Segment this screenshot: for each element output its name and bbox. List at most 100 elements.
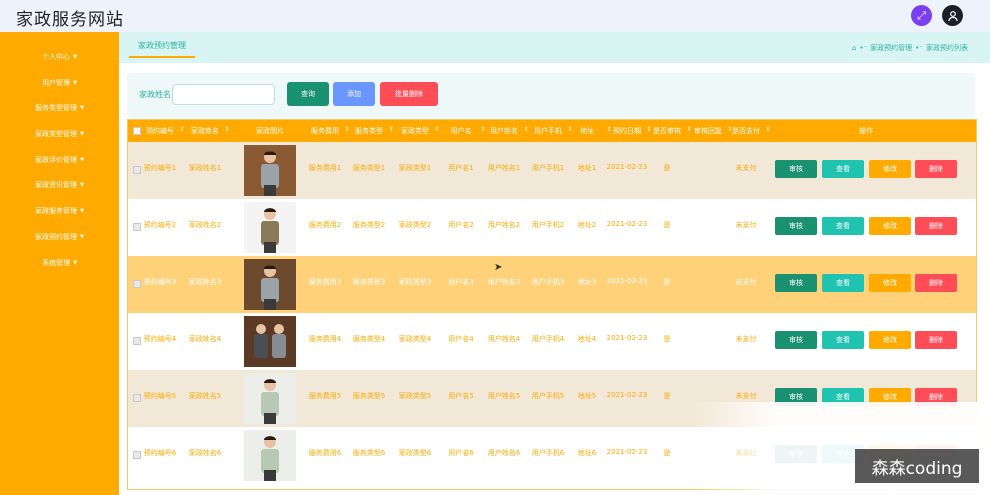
cell-uname: 用户姓名5 <box>487 392 521 400</box>
sidebar-item-5[interactable]: 家政资讯管理 ▼ <box>0 173 119 197</box>
chevron-down-icon: ▼ <box>80 234 84 240</box>
column-header[interactable]: 是否审核 <box>653 126 681 136</box>
fullscreen-icon[interactable]: ⤢ <box>911 5 932 26</box>
view-button[interactable]: 查看 <box>822 274 864 292</box>
breadcrumb-level2: 家政预约列表 <box>926 44 968 52</box>
cell-phone: 用户手机1 <box>531 164 565 172</box>
sort-icon[interactable]: ⇕ <box>606 126 611 133</box>
sort-icon[interactable]: ⇕ <box>523 126 528 133</box>
batch-delete-button[interactable]: 批量删除 <box>380 82 438 106</box>
sort-icon[interactable]: ⇕ <box>765 126 770 133</box>
delete-button[interactable]: 删除 <box>915 331 957 349</box>
sidebar-item-0[interactable]: 个人中心 ▼ <box>0 45 119 69</box>
sort-icon[interactable]: ⇕ <box>434 126 439 133</box>
review-button[interactable]: 审核 <box>775 217 817 235</box>
sidebar-item-3[interactable]: 家政类型管理 ▼ <box>0 122 119 146</box>
review-button[interactable]: 审核 <box>775 274 817 292</box>
cell-uname: 用户姓名1 <box>487 164 521 172</box>
sidebar-item-4[interactable]: 家政评价管理 ▼ <box>0 148 119 172</box>
column-header[interactable]: 地址 <box>580 126 594 136</box>
select-all-checkbox[interactable] <box>133 127 141 135</box>
edit-button[interactable]: 修改 <box>869 331 911 349</box>
edit-button[interactable]: 修改 <box>869 160 911 178</box>
edit-button[interactable]: 修改 <box>869 274 911 292</box>
cell-paid: 未支付 <box>735 392 757 400</box>
review-button[interactable]: 审核 <box>775 160 817 178</box>
row-checkbox[interactable] <box>133 337 141 345</box>
cell-name: 家政姓名2 <box>188 221 222 229</box>
view-button[interactable]: 查看 <box>822 331 864 349</box>
cell-name: 家政姓名3 <box>188 278 222 286</box>
view-button[interactable]: 查看 <box>822 217 864 235</box>
sidebar-item-label: 家政预约管理 <box>35 233 78 241</box>
cell-uname: 用户姓名4 <box>487 335 521 343</box>
sort-icon[interactable]: ⇕ <box>388 126 393 133</box>
row-checkbox[interactable] <box>133 451 141 459</box>
column-header[interactable]: 家政姓名 <box>191 126 219 136</box>
sidebar-item-7[interactable]: 家政预约管理 ▼ <box>0 225 119 249</box>
sort-icon[interactable]: ⇕ <box>686 126 691 133</box>
column-header[interactable]: 审核回复 <box>694 126 722 136</box>
staff-photo <box>244 430 296 481</box>
cell-fee: 服务费用2 <box>308 221 342 229</box>
row-checkbox[interactable] <box>133 394 141 402</box>
column-header: 操作 <box>859 127 873 135</box>
cell-phone: 用户手机4 <box>531 335 565 343</box>
cell-paid: 未支付 <box>735 278 757 286</box>
sort-icon[interactable]: ⇕ <box>480 126 485 133</box>
column-header[interactable]: 家政类型 <box>401 126 429 136</box>
breadcrumb-level1[interactable]: 家政预约管理 <box>870 43 912 53</box>
search-input[interactable] <box>172 84 275 105</box>
sidebar-item-1[interactable]: 用户管理 ▼ <box>0 71 119 95</box>
user-avatar-icon[interactable] <box>942 5 963 26</box>
row-checkbox[interactable] <box>133 280 141 288</box>
tab-appointment-management[interactable]: 家政预约管理 <box>129 40 195 58</box>
cell-user: 用户名5 <box>448 392 474 400</box>
column-header[interactable]: 服务费用 <box>311 126 339 136</box>
row-checkbox[interactable] <box>133 223 141 231</box>
cell-date: 2021-02-23 <box>606 448 648 456</box>
sort-icon[interactable]: ⇕ <box>567 126 572 133</box>
cell-fee: 服务费用3 <box>308 278 342 286</box>
sort-icon[interactable]: ⇕ <box>224 126 229 133</box>
sidebar-item-6[interactable]: 家政服务管理 ▼ <box>0 199 119 223</box>
cell-fee: 服务费用6 <box>308 449 342 457</box>
column-header[interactable]: 预约编号 <box>146 126 174 136</box>
query-button[interactable]: 查询 <box>287 82 329 106</box>
cell-date: 2021-02-23 <box>606 391 648 399</box>
cell-date: 2021-02-23 <box>606 277 648 285</box>
table-row[interactable]: 预约编号4 家政姓名4 服务费用4 服务类型4 家政类型4 用户名4 用户姓名4 用户手机4 地… <box>128 313 976 370</box>
table-row[interactable]: 预约编号3 家政姓名3 服务费用3 服务类型3 家政类型3 用户名3 用户姓名3 用户手机3 地… <box>128 256 976 313</box>
delete-button[interactable]: 删除 <box>915 217 957 235</box>
edit-button[interactable]: 修改 <box>869 217 911 235</box>
column-header[interactable]: 用户名 <box>451 126 472 136</box>
tab-bar: 家政预约管理 ⌂ •⁻ 家政预约管理 •⁻ 家政预约列表 <box>119 32 990 63</box>
sort-icon[interactable]: ⇕ <box>646 126 651 133</box>
search-label: 家政姓名 <box>139 90 171 99</box>
sidebar-item-2[interactable]: 服务类型管理 ▼ <box>0 96 119 120</box>
cell-audit: 是 <box>663 392 671 400</box>
column-header[interactable]: 服务类型 <box>355 126 383 136</box>
table-row[interactable]: 预约编号2 家政姓名2 服务费用2 服务类型2 家政类型2 用户名2 用户姓名2 用户手机2 地… <box>128 199 976 256</box>
sort-icon[interactable]: ⇕ <box>344 126 349 133</box>
column-header[interactable]: 是否支付 <box>732 126 760 136</box>
add-button[interactable]: 添加 <box>333 82 375 106</box>
sort-icon[interactable]: ⇕ <box>179 126 184 133</box>
view-button[interactable]: 查看 <box>822 160 864 178</box>
chevron-down-icon: ▼ <box>73 80 77 86</box>
review-button[interactable]: 审核 <box>775 331 817 349</box>
cell-service: 服务类型5 <box>352 392 386 400</box>
cell-id: 预约编号2 <box>143 221 177 229</box>
column-header[interactable]: 用户姓名 <box>490 126 518 136</box>
column-header[interactable]: 用户手机 <box>534 126 562 136</box>
column-header[interactable]: 预约日期 <box>613 126 641 136</box>
breadcrumb-separator-icon: •⁻ <box>915 44 923 52</box>
cell-uname: 用户姓名2 <box>487 221 521 229</box>
table-row[interactable]: 预约编号1 家政姓名1 服务费用1 服务类型1 家政类型1 用户名1 用户姓名1 用户手机1 地… <box>128 142 976 199</box>
home-icon[interactable]: ⌂ <box>852 44 856 52</box>
delete-button[interactable]: 删除 <box>915 274 957 292</box>
row-checkbox[interactable] <box>133 166 141 174</box>
sidebar-item-8[interactable]: 系统管理 ▼ <box>0 251 119 275</box>
delete-button[interactable]: 删除 <box>915 160 957 178</box>
cell-paid: 未支付 <box>735 335 757 343</box>
